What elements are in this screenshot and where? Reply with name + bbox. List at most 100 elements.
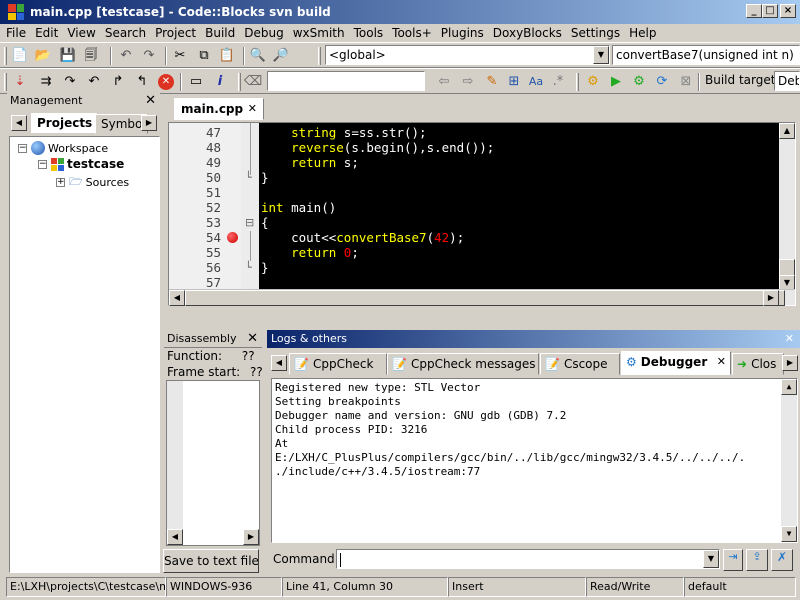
save-to-text-file-button[interactable]: Save to text file	[163, 549, 259, 573]
close-icon[interactable]: ✕	[248, 99, 257, 119]
debug-next-line-icon[interactable]: ⇉	[38, 74, 54, 90]
save-icon[interactable]: 💾	[60, 48, 76, 64]
debug-step-out-icon[interactable]: ↶	[86, 74, 102, 90]
debug-step-instruction-icon[interactable]: ↰	[134, 74, 150, 90]
code-line[interactable]: 54 cout<<convertBase7(42);	[169, 230, 795, 245]
tab-scroll-left-icon[interactable]: ◀	[11, 115, 27, 131]
new-file-icon[interactable]: 📄	[12, 48, 28, 64]
info-icon[interactable]: i	[212, 74, 228, 90]
menu-file[interactable]: File	[6, 26, 26, 40]
toolbar-grip[interactable]	[4, 73, 7, 91]
tree-item-sources[interactable]: + 🗁 Sources	[56, 173, 129, 192]
menu-wxsmith[interactable]: wxSmith	[293, 26, 345, 40]
maximize-button[interactable]: □	[762, 4, 778, 18]
save-all-icon[interactable]: 🗐	[83, 48, 99, 64]
code-line[interactable]: 50}	[169, 170, 795, 185]
disassembly-listing[interactable]: ◀ ▶	[166, 380, 260, 546]
export-icon[interactable]: ⇪	[746, 549, 768, 571]
tree-item-project[interactable]: − testcase	[38, 157, 124, 171]
editor-horizontal-scrollbar[interactable]: ◀ ▶	[169, 289, 795, 306]
toolbar-grip[interactable]	[238, 73, 241, 91]
paste-icon[interactable]: 📋	[219, 48, 235, 64]
debug-run-to-cursor-icon[interactable]: ⇣	[12, 74, 28, 90]
code-line[interactable]: 57	[169, 275, 795, 290]
match-case-icon[interactable]: Aa	[528, 74, 544, 90]
build-and-run-icon[interactable]: ⚙	[631, 74, 647, 90]
code-line[interactable]: 55 return 0;	[169, 245, 795, 260]
breakpoint-icon[interactable]	[227, 232, 238, 243]
code-line[interactable]: 49 return s;	[169, 155, 795, 170]
undo-icon[interactable]: ↶	[118, 48, 134, 64]
tab-projects[interactable]: Projects	[31, 113, 99, 133]
collapse-icon[interactable]: −	[18, 143, 27, 153]
toolbar-grip[interactable]	[576, 73, 579, 91]
run-icon[interactable]: ▶	[608, 74, 624, 90]
scroll-up-icon[interactable]: ▲	[779, 123, 795, 139]
scroll-left-icon[interactable]: ◀	[167, 529, 183, 545]
close-icon[interactable]: ✕	[247, 330, 258, 348]
menu-help[interactable]: Help	[629, 26, 656, 40]
tab-scroll-right-icon[interactable]: ▶	[141, 115, 157, 131]
menu-doxyblocks[interactable]: DoxyBlocks	[493, 26, 562, 40]
tab-main-cpp[interactable]: main.cpp ✕	[174, 98, 264, 120]
debug-windows-icon[interactable]: ▭	[188, 74, 204, 90]
code-line[interactable]: 52 int main()	[169, 200, 795, 215]
debug-next-instruction-icon[interactable]: ↱	[110, 74, 126, 90]
collapse-icon[interactable]: −	[38, 159, 47, 169]
incremental-search-input[interactable]	[267, 71, 425, 91]
scope-combo[interactable]: <global> ▼	[325, 45, 610, 65]
scroll-left-icon[interactable]: ◀	[169, 290, 185, 306]
chevron-down-icon[interactable]: ▼	[593, 46, 609, 64]
tab-closed-files[interactable]: ➜ Clos	[732, 353, 784, 375]
copy-icon[interactable]: ⧉	[196, 48, 212, 64]
tab-cppcheck-messages[interactable]: 📝 CppCheck messages	[387, 353, 539, 375]
chevron-down-icon[interactable]: ▼	[703, 550, 719, 568]
code-line[interactable]: 47 string s=ss.str();	[169, 125, 795, 140]
menu-search[interactable]: Search	[105, 26, 146, 40]
close-icon[interactable]: ✕	[717, 352, 726, 372]
editor-vertical-scrollbar[interactable]: ▲ ▼	[779, 123, 795, 291]
code-editor[interactable]: └ ⊟ └ 47 string s=ss.str(); 48 reverse(s.be…	[168, 122, 796, 306]
stop-debugger-icon[interactable]: ✕	[158, 74, 174, 90]
search-next-icon[interactable]: ⇨	[460, 74, 476, 90]
load-icon[interactable]: ⇥	[723, 549, 743, 571]
command-input[interactable]: ▼	[336, 549, 720, 569]
regex-icon[interactable]: .*	[550, 74, 566, 90]
tree-item-workspace[interactable]: − Workspace	[18, 141, 108, 155]
search-previous-icon[interactable]: ⇦	[436, 74, 452, 90]
menu-tools[interactable]: Tools	[354, 26, 384, 40]
cut-icon[interactable]: ✂	[172, 48, 188, 64]
toolbar-grip[interactable]	[318, 47, 321, 65]
build-icon[interactable]: ⚙	[585, 74, 601, 90]
highlight-icon[interactable]: ✎	[484, 74, 500, 90]
scroll-right-icon[interactable]: ▶	[243, 529, 259, 545]
abort-icon[interactable]: ⊠	[678, 74, 694, 90]
find-icon[interactable]: 🔍	[250, 48, 266, 64]
close-icon[interactable]: ✕	[145, 93, 156, 109]
build-target-combo[interactable]: Deb	[774, 71, 800, 91]
tab-cscope[interactable]: 📝 Cscope	[540, 353, 620, 375]
debugger-log-output[interactable]: Registered new type: STL Vector Setting …	[271, 378, 798, 543]
clear-icon[interactable]: ✗	[771, 549, 793, 571]
menu-settings[interactable]: Settings	[571, 26, 620, 40]
scroll-down-icon[interactable]: ▼	[781, 526, 797, 542]
redo-icon[interactable]: ↷	[141, 48, 157, 64]
menu-plugins[interactable]: Plugins	[441, 26, 484, 40]
minimize-button[interactable]: _	[746, 4, 762, 18]
log-vertical-scrollbar[interactable]: ▲ ▼	[781, 379, 797, 542]
scroll-up-icon[interactable]: ▲	[781, 379, 797, 395]
tab-debugger[interactable]: ⚙ Debugger ✕	[621, 351, 731, 375]
function-combo[interactable]: convertBase7(unsigned int n) : st	[612, 45, 800, 65]
scroll-right-icon[interactable]: ▶	[763, 290, 779, 306]
menu-view[interactable]: View	[67, 26, 95, 40]
rebuild-icon[interactable]: ⟳	[654, 74, 670, 90]
menu-build[interactable]: Build	[205, 26, 235, 40]
open-file-icon[interactable]: 📂	[35, 48, 51, 64]
code-line[interactable]: 53 {	[169, 215, 795, 230]
menu-debug[interactable]: Debug	[244, 26, 283, 40]
code-line[interactable]: 56}	[169, 260, 795, 275]
menu-tools-plus[interactable]: Tools+	[392, 26, 432, 40]
menu-edit[interactable]: Edit	[35, 26, 58, 40]
scroll-thumb[interactable]	[185, 290, 785, 306]
clear-search-icon[interactable]: ⌫	[244, 74, 262, 90]
